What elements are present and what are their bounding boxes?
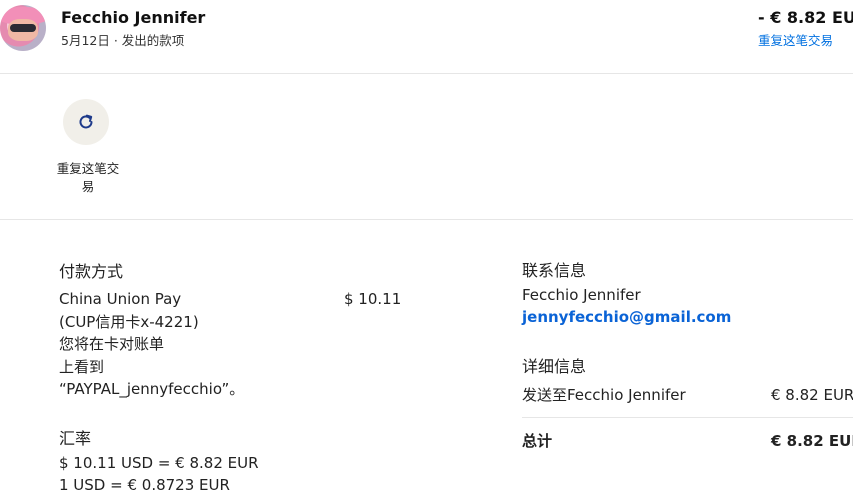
transaction-amount: - € 8.82 EUR [758,8,853,27]
section-divider [0,219,853,220]
exchange-rate-heading: 汇率 [59,429,92,448]
repeat-transaction-label: 重复这笔交易 [56,161,120,194]
repeat-transaction-link[interactable]: 重复这笔交易 [758,30,833,49]
contact-info-name: Fecchio Jennifer [522,286,641,304]
details-divider [522,417,853,418]
payment-method-line: 您将在卡对账单 [59,335,165,353]
total-label: 总计 [522,432,553,450]
payment-method-line: “PAYPAL_jennyfecchio”。 [59,380,245,398]
contact-name: Fecchio Jennifer [61,8,206,27]
repeat-transaction-button[interactable] [63,99,109,145]
total-amount: € 8.82 EUR [771,432,853,450]
payment-method-line: China Union Pay [59,290,182,308]
contact-info-heading: 联系信息 [522,261,587,280]
exchange-rate-unit: 1 USD = € 0.8723 EUR [59,476,230,494]
exchange-rate-conversion: $ 10.11 USD = € 8.82 EUR [59,454,259,472]
avatar-glasses [10,24,36,32]
sent-to-label: 发送至Fecchio Jennifer [522,386,686,404]
payment-method-heading: 付款方式 [59,262,124,281]
header-divider [0,73,853,74]
sent-to-amount: € 8.82 EUR [771,386,853,404]
transaction-subtitle: 5月12日 · 发出的款项 [61,33,185,48]
payment-amount: $ 10.11 [344,290,402,308]
refresh-icon [79,114,93,129]
contact-email-link[interactable]: jennyfecchio@gmail.com [522,308,731,326]
payment-method-line: 上看到 [59,357,105,376]
avatar [0,5,46,51]
details-heading: 详细信息 [522,357,587,376]
payment-method-line: (CUP信用卡x-4221) [59,312,199,331]
payment-method-details: China Union Pay (CUP信用卡x-4221) 您将在卡对账单 上… [59,288,244,401]
